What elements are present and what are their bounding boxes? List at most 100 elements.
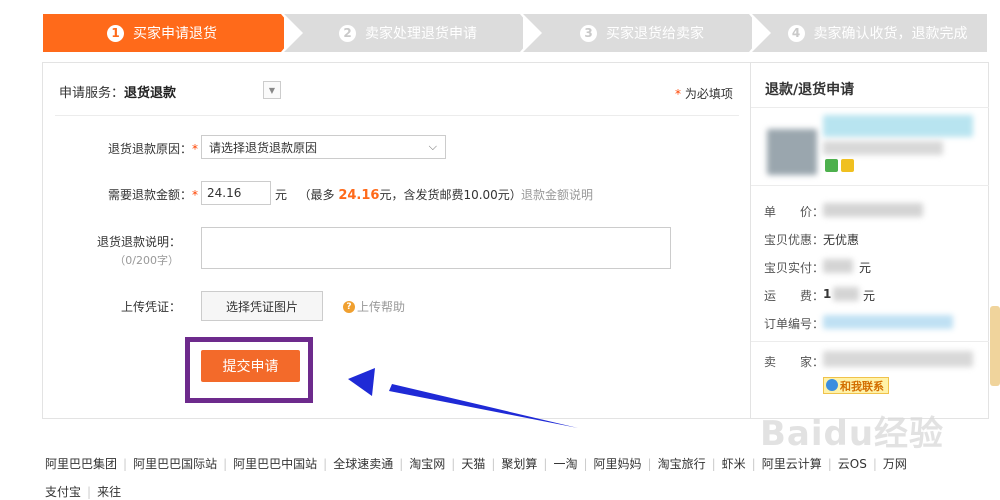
step-label: 买家退货给卖家: [606, 26, 704, 42]
desc-textarea[interactable]: [201, 227, 671, 269]
footer-separator: |: [647, 456, 652, 471]
seller-name-blurred[interactable]: [823, 351, 973, 367]
submit-button[interactable]: 提交申请: [201, 350, 300, 382]
footer-link[interactable]: 天猫: [461, 455, 485, 472]
required-star-icon: *: [675, 87, 681, 101]
footer-separator: |: [223, 456, 228, 471]
footer-link[interactable]: 淘宝旅行: [658, 455, 706, 472]
product-thumbnail[interactable]: [767, 129, 817, 175]
step-label: 卖家确认收货，退款完成: [813, 26, 968, 42]
service-value: 退货退款: [124, 86, 177, 101]
step-1: 1 买家申请退货: [43, 14, 281, 52]
refund-panel: 申请服务：退货退款 ▼ * 为必填项 退货退款原因：* 请选择退货退款原因 ⌵ …: [42, 62, 989, 419]
reason-label: 退货退款原因：*: [83, 140, 198, 157]
divider: [55, 115, 739, 116]
footer-separator: |: [87, 484, 92, 499]
chat-bubble-icon: [826, 379, 838, 391]
paid-value-blurred: [823, 259, 853, 273]
footer-link[interactable]: 阿里巴巴集团: [45, 455, 117, 472]
footer-link[interactable]: 阿里云计算: [762, 455, 822, 472]
unit-price-label: 单 价：: [764, 205, 825, 219]
upload-help-link[interactable]: ? 上传帮助: [343, 298, 405, 315]
reason-select[interactable]: 请选择退货退款原因 ⌵: [201, 135, 446, 159]
upload-label: 上传凭证：: [120, 300, 181, 314]
amount-max: 24.16: [338, 188, 380, 203]
order-summary: 退款/退货申请 单 价： 宝贝优惠： 无优惠 宝贝实付： 元 运 费： 1 元 …: [750, 63, 989, 418]
required-note: * 为必填项: [675, 85, 733, 102]
step-number: 1: [107, 24, 124, 42]
desc-counter: （0/200字）: [114, 254, 179, 267]
footer-link[interactable]: 阿里巴巴中国站: [233, 455, 317, 472]
caret-down-icon: ▼: [268, 85, 276, 95]
step-separator: [752, 14, 771, 52]
amount-help-link[interactable]: 退款金额说明: [521, 186, 593, 203]
footer-link[interactable]: 聚划算: [501, 455, 537, 472]
step-label: 买家申请退货: [133, 26, 217, 42]
amount-input[interactable]: 24.16: [201, 181, 271, 205]
baidu-watermark: Baidu经验: [760, 414, 945, 454]
step-number: 3: [580, 24, 597, 42]
footer-link[interactable]: 万网: [883, 455, 907, 472]
footer-link[interactable]: 支付宝: [45, 483, 81, 500]
footer-separator: |: [491, 456, 496, 471]
badge-icon: [841, 159, 854, 172]
divider: [751, 341, 989, 342]
shipping-label: 运 费：: [764, 289, 825, 303]
service-label: 申请服务：: [59, 86, 125, 101]
footer-separator: |: [827, 456, 832, 471]
step-4: 4 卖家确认收货，退款完成: [752, 14, 987, 52]
footer-separator: |: [711, 456, 716, 471]
footer-separator: |: [872, 456, 877, 471]
footer-separator: |: [123, 456, 128, 471]
shipping-value-blurred: [833, 287, 859, 301]
footer-link[interactable]: 来往: [97, 483, 121, 500]
footer: 阿里巴巴集团 | 阿里巴巴国际站 | 阿里巴巴中国站 | 全球速卖通 | 淘宝网 | 天猫 | 聚划算 |…: [45, 455, 995, 500]
reason-select-value: 请选择退货退款原因: [209, 140, 318, 155]
product-title-blurred[interactable]: [823, 115, 973, 137]
service-row: 申请服务：退货退款: [59, 82, 176, 101]
footer-link[interactable]: 云OS: [838, 455, 867, 472]
product-spec-blurred: [823, 141, 943, 155]
seller-label: 卖 家：: [764, 355, 825, 369]
footer-link[interactable]: 阿里妈妈: [594, 455, 642, 472]
step-number: 2: [339, 24, 356, 42]
upload-help-text: 上传帮助: [357, 300, 406, 314]
amount-hint-prefix: （最多: [298, 188, 335, 202]
footer-link[interactable]: 虾米: [722, 455, 746, 472]
unit-price-blurred: [823, 203, 923, 217]
footer-separator: |: [451, 456, 456, 471]
shipping-value-suffix: 元: [863, 289, 876, 303]
shipping-value-prefix: 1: [823, 287, 832, 301]
discount-value: 无优惠: [823, 233, 860, 247]
contact-seller-button[interactable]: 和我联系: [823, 377, 889, 394]
amount-label: 需要退款金额：*: [83, 186, 198, 203]
required-note-text: 为必填项: [684, 87, 733, 101]
footer-links: 阿里巴巴集团 | 阿里巴巴国际站 | 阿里巴巴中国站 | 全球速卖通 | 淘宝网 | 天猫 | 聚划算 |…: [45, 455, 995, 472]
order-no-label: 订单编号：: [764, 317, 825, 331]
footer-link[interactable]: 全球速卖通: [333, 455, 393, 472]
amount-unit: 元: [275, 188, 288, 202]
upload-button[interactable]: 选择凭证图片: [201, 291, 323, 321]
side-scroll-handle[interactable]: [990, 306, 1000, 386]
summary-title: 退款/退货申请: [765, 82, 855, 98]
step-3: 3 买家退货给卖家: [523, 14, 749, 52]
required-star-icon: *: [192, 142, 198, 156]
footer-links-2: 支付宝 | 来往: [45, 483, 121, 500]
footer-link[interactable]: 阿里巴巴国际站: [133, 455, 217, 472]
divider: [751, 107, 989, 108]
reason-label-text: 退货退款原因：: [107, 142, 192, 156]
progress-steps: 1 买家申请退货 2 卖家处理退货申请 3 买家退货给卖家 4 卖家确认收货，退…: [43, 14, 987, 52]
divider: [751, 185, 989, 186]
step-separator: [523, 14, 542, 52]
required-star-icon: *: [192, 188, 198, 202]
service-dropdown-button[interactable]: ▼: [263, 81, 281, 99]
footer-link[interactable]: 淘宝网: [409, 455, 445, 472]
paid-label: 宝贝实付：: [764, 261, 825, 275]
footer-separator: |: [583, 456, 588, 471]
footer-link[interactable]: 一淘: [553, 455, 577, 472]
desc-label: 退货退款说明：: [96, 235, 181, 249]
step-2: 2 卖家处理退货申请: [284, 14, 520, 52]
discount-label: 宝贝优惠：: [764, 233, 825, 247]
chevron-down-icon: ⌵: [428, 140, 437, 153]
order-no-blurred[interactable]: [823, 315, 953, 329]
